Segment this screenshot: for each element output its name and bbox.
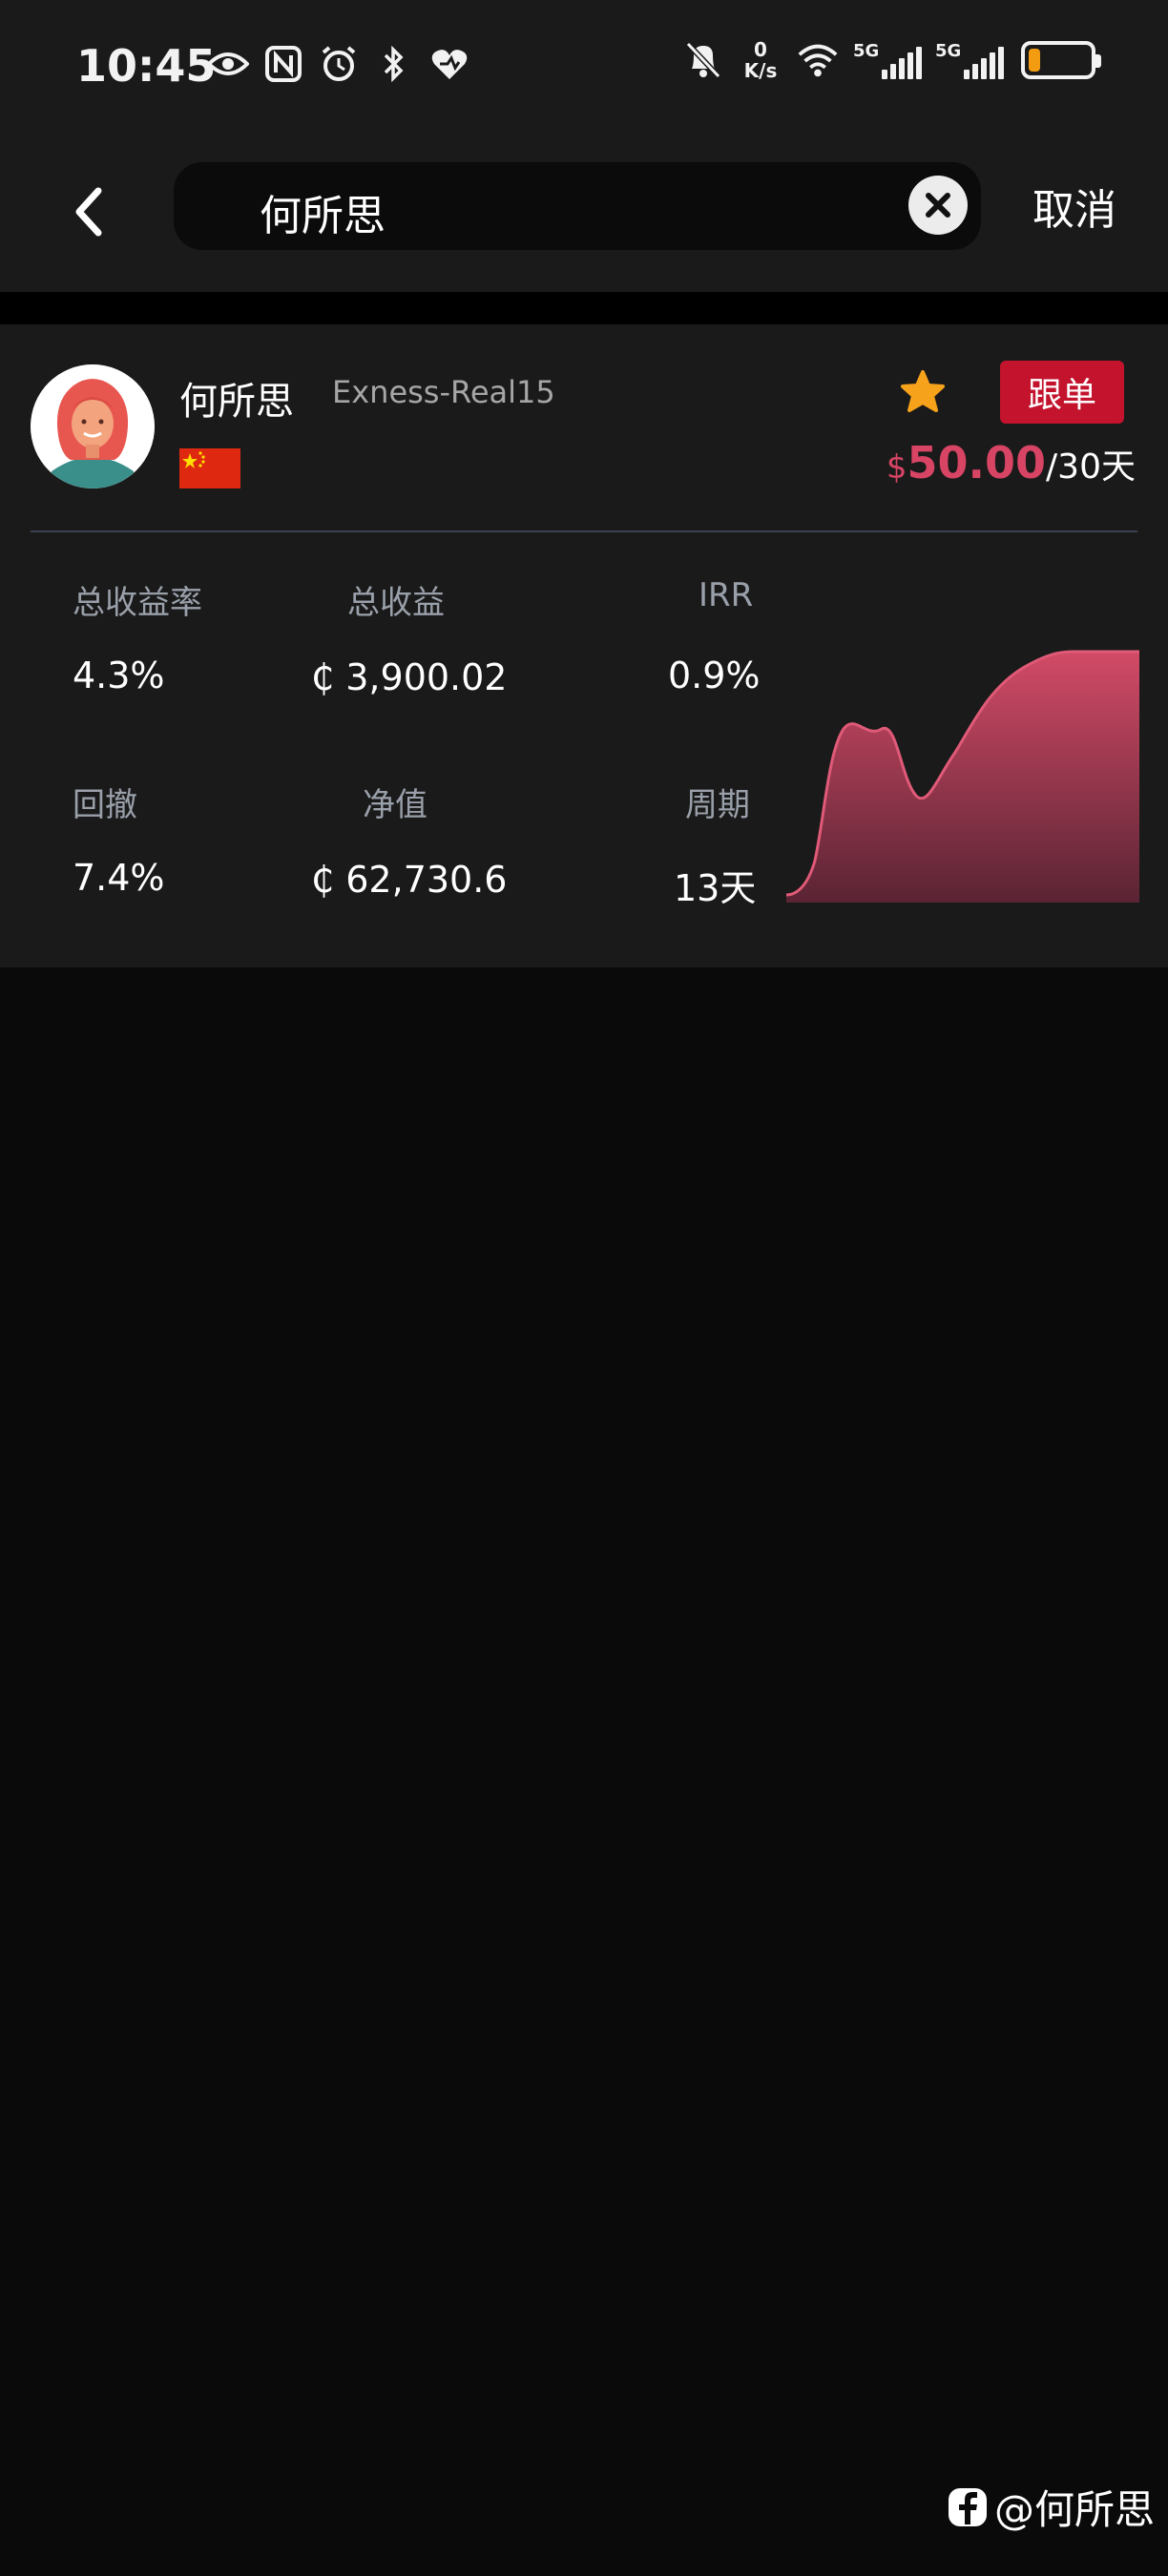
price-value: 50.00 [907,437,1047,488]
search-header: 何所思 取消 [0,134,1168,292]
subscription-price: $ 50.00 /30天 [886,437,1136,488]
status-time: 10:45 [76,40,217,92]
wifi-icon [796,38,840,82]
net-speed-value: 0 [754,38,767,61]
bluetooth-icon [372,42,416,86]
status-icons-left [206,42,471,86]
equity-sparkline [786,650,1139,903]
search-input[interactable]: 何所思 [174,162,981,250]
signal-2-label: 5G [935,41,962,61]
favorite-star-icon[interactable] [897,366,949,418]
signal-icon: 5G [853,41,922,79]
total-return-rate-label: 总收益率 [73,584,202,622]
signal-icon: 5G [935,41,1004,79]
chevron-left-icon [75,187,102,237]
clear-search-button[interactable] [908,176,968,235]
eye-icon [206,42,250,86]
alarm-icon [317,42,361,86]
status-icons-right: 0 K/s 5G 5G [681,38,1101,82]
battery-fill [1029,49,1040,72]
irr-label: IRR [699,576,754,614]
price-currency: $ [886,448,907,487]
battery-icon [1021,41,1101,79]
app-screen: 10:45 0 K/s 5G 5G 何所思 取消 何所思 Exness-Real… [0,0,1168,2576]
equity-value: ₵ 62,730.6 [311,859,508,901]
sparkline-area [786,652,1139,903]
watermark-text: @何所思 [993,2486,1155,2533]
watermark: @何所思 [947,2478,1155,2536]
drawdown-value: 7.4% [73,857,165,899]
follow-button[interactable]: 跟单 [1000,361,1124,424]
status-bar: 10:45 0 K/s 5G 5G [0,0,1168,134]
total-profit-label: 总收益 [347,584,445,622]
equity-label: 净值 [363,786,428,824]
facebook-icon [948,2487,987,2526]
signal-1-label: 5G [853,41,880,61]
total-return-rate-value: 4.3% [73,654,165,696]
drawdown-label: 回撤 [73,786,137,824]
trader-name: 何所思 [179,380,294,424]
separator-band [0,292,1168,324]
close-icon [926,193,950,218]
total-profit-value: ₵ 3,900.02 [311,656,508,698]
account-server: Exness-Real15 [332,374,555,410]
net-speed-unit: K/s [743,59,778,82]
avatar[interactable] [31,364,155,488]
trader-card[interactable]: 何所思 Exness-Real15 跟单 $ 50.00 /30天 总收益率 4… [0,324,1168,967]
irr-value: 0.9% [668,654,761,696]
cancel-button[interactable]: 取消 [1032,176,1116,237]
cycle-label: 周期 [685,786,750,824]
card-divider [31,530,1137,532]
net-speed: 0 K/s [739,39,782,81]
cycle-value: 13天 [674,867,757,909]
nfc-icon [261,42,305,86]
price-period: /30天 [1046,447,1136,487]
china-flag-icon [179,448,240,488]
heart-app-icon [428,42,471,86]
mute-bell-icon [681,38,725,82]
search-query: 何所思 [260,192,386,240]
back-button[interactable] [59,176,116,248]
